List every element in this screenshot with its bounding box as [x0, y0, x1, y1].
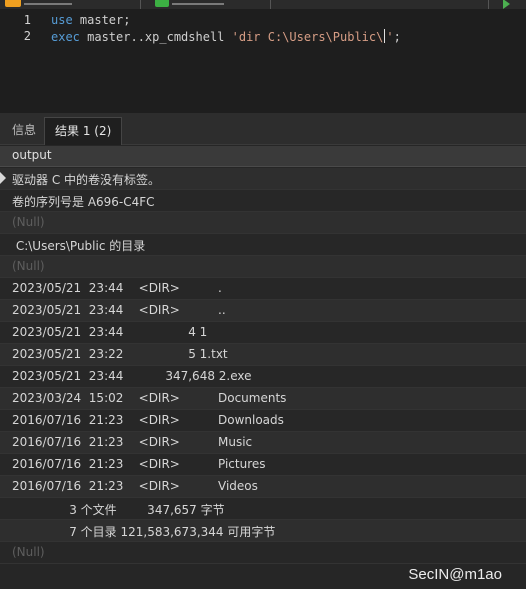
table-cell[interactable]: 驱动器 C 中的卷没有标签。: [12, 171, 160, 188]
table-cell[interactable]: (Null): [12, 545, 45, 559]
query-tab-label-fragment: [24, 3, 72, 5]
table-row[interactable]: 2016/07/16 21:23 <DIR> Music: [0, 432, 526, 454]
toolbar-separator: [270, 0, 271, 9]
table-row[interactable]: 驱动器 C 中的卷没有标签。: [0, 168, 526, 190]
result-tab-bar: 信息 结果 1 (2): [0, 113, 526, 145]
table-row[interactable]: 2023/05/21 23:44 4 1: [0, 322, 526, 344]
table-row[interactable]: 3 个文件 347,657 字节: [0, 498, 526, 520]
toolbar-separator: [140, 0, 141, 9]
toolbar: [0, 0, 526, 9]
table-cell[interactable]: (Null): [12, 215, 45, 229]
table-row[interactable]: (Null): [0, 542, 526, 564]
table-row[interactable]: 卷的序列号是 A696-C4FC: [0, 190, 526, 212]
table-cell[interactable]: 卷的序列号是 A696-C4FC: [12, 193, 155, 210]
result-grid[interactable]: output 驱动器 C 中的卷没有标签。 卷的序列号是 A696-C4FC (Nu…: [0, 146, 526, 589]
grid-rows: 驱动器 C 中的卷没有标签。 卷的序列号是 A696-C4FC (Null) C:\…: [0, 168, 526, 564]
table-cell[interactable]: 7 个目录 121,583,673,344 可用字节: [12, 523, 275, 540]
run-icon[interactable]: [503, 0, 510, 9]
column-header-output[interactable]: output: [0, 146, 526, 167]
table-row[interactable]: (Null): [0, 212, 526, 234]
code-line[interactable]: use master;: [51, 13, 130, 27]
table-cell[interactable]: 2023/05/21 23:44 4 1: [12, 325, 207, 339]
table-cell[interactable]: (Null): [12, 259, 45, 273]
table-cell[interactable]: 2016/07/16 21:23 <DIR> Music: [12, 435, 252, 449]
table-row[interactable]: 7 个目录 121,583,673,344 可用字节: [0, 520, 526, 542]
tab-info[interactable]: 信息: [2, 117, 46, 145]
code-text: master;: [72, 13, 131, 27]
table-row[interactable]: 2023/05/21 23:44 347,648 2.exe: [0, 366, 526, 388]
table-row[interactable]: 2023/05/21 23:44 <DIR> ..: [0, 300, 526, 322]
object-tab-icon[interactable]: [155, 0, 169, 7]
table-row[interactable]: 2023/05/21 23:22 5 1.txt: [0, 344, 526, 366]
table-cell[interactable]: 2023/05/21 23:44 347,648 2.exe: [12, 369, 252, 383]
toolbar-separator: [488, 0, 489, 9]
table-cell[interactable]: 2023/03/24 15:02 <DIR> Documents: [12, 391, 286, 405]
string-literal-end: ': [386, 30, 394, 44]
table-cell[interactable]: 2016/07/16 21:23 <DIR> Videos: [12, 479, 258, 493]
table-cell[interactable]: 2016/07/16 21:23 <DIR> Pictures: [12, 457, 266, 471]
table-row[interactable]: 2016/07/16 21:23 <DIR> Pictures: [0, 454, 526, 476]
table-cell[interactable]: C:\Users\Public 的目录: [12, 237, 145, 254]
column-header-label: output: [12, 148, 52, 162]
line-number-gutter: 1 2: [0, 9, 38, 113]
keyword: exec: [51, 30, 80, 44]
table-cell[interactable]: 3 个文件 347,657 字节: [12, 501, 224, 518]
table-cell[interactable]: 2023/05/21 23:22 5 1.txt: [12, 347, 228, 361]
string-literal: 'dir C:\Users\Public\: [231, 30, 384, 44]
tab-result-1[interactable]: 结果 1 (2): [44, 117, 123, 145]
sql-editor[interactable]: 1 2 use master; exec master..xp_cmdshell…: [0, 9, 526, 113]
table-cell[interactable]: 2023/05/21 23:44 <DIR> ..: [12, 303, 226, 317]
line-number: 2: [23, 29, 31, 43]
code-line[interactable]: exec master..xp_cmdshell 'dir C:\Users\P…: [51, 29, 401, 44]
current-row-indicator-icon: [0, 172, 6, 184]
table-cell[interactable]: 2023/05/21 23:44 <DIR> .: [12, 281, 222, 295]
table-row[interactable]: 2023/05/21 23:44 <DIR> .: [0, 278, 526, 300]
table-row[interactable]: 2023/03/24 15:02 <DIR> Documents: [0, 388, 526, 410]
code-text: ;: [393, 30, 401, 44]
code-text: master..xp_cmdshell: [79, 30, 232, 44]
table-cell[interactable]: 2016/07/16 21:23 <DIR> Downloads: [12, 413, 284, 427]
table-row[interactable]: 2016/07/16 21:23 <DIR> Downloads: [0, 410, 526, 432]
object-tab-label-fragment: [172, 3, 224, 5]
table-row[interactable]: (Null): [0, 256, 526, 278]
query-tab-icon[interactable]: [5, 0, 21, 7]
watermark: SecIN@m1ao: [408, 566, 502, 583]
table-row[interactable]: C:\Users\Public 的目录: [0, 234, 526, 256]
table-row[interactable]: 2016/07/16 21:23 <DIR> Videos: [0, 476, 526, 498]
keyword: use: [51, 13, 73, 27]
line-number: 1: [23, 13, 31, 27]
